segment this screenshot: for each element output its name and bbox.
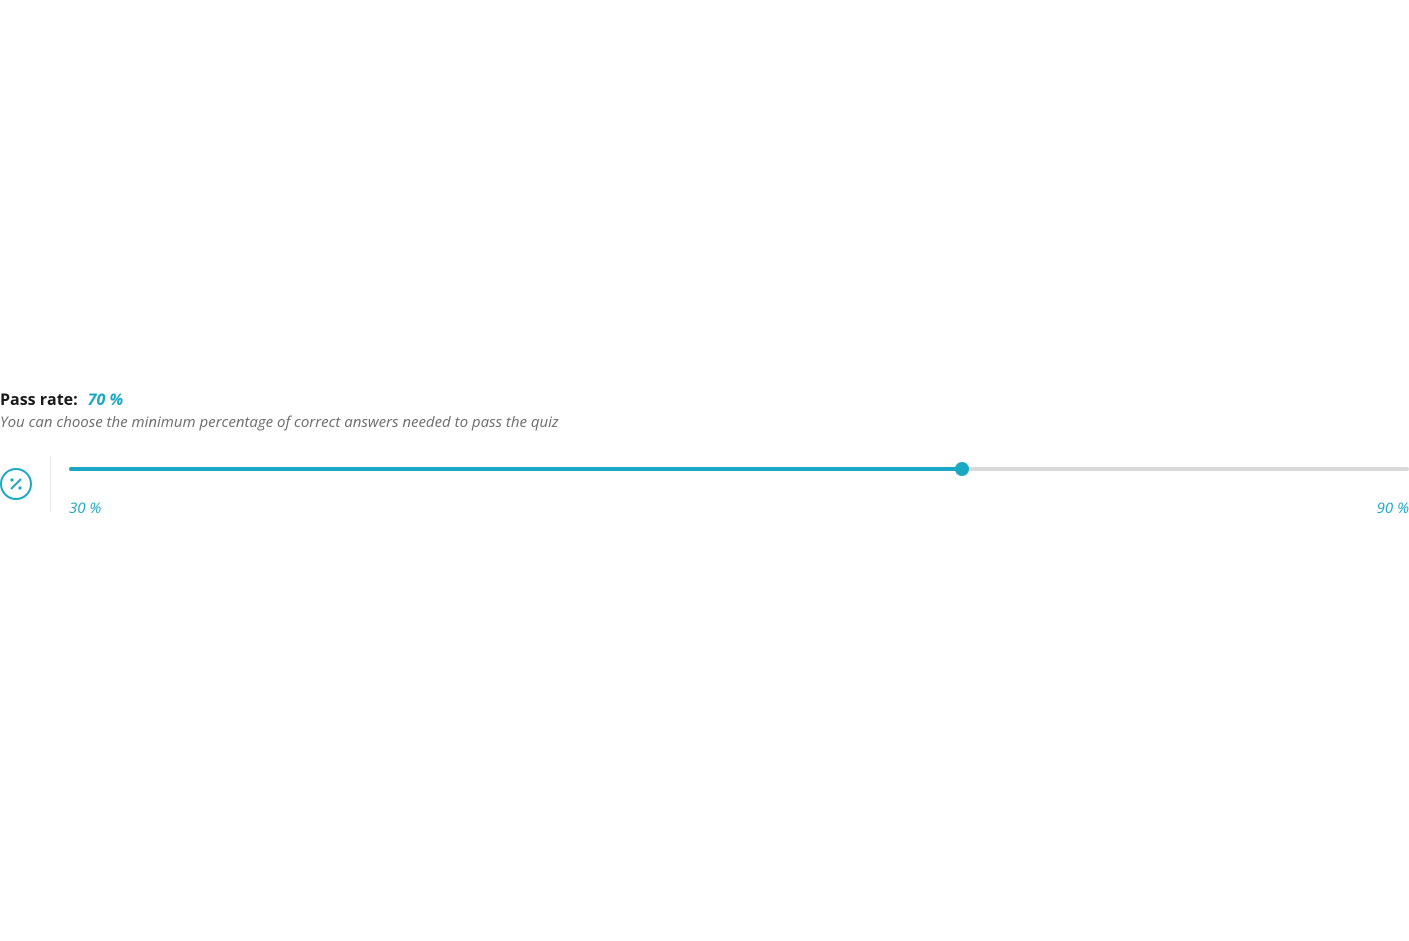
slider-labels: 30 % 90 % [69,498,1409,518]
pass-rate-header: Pass rate: 70 % [0,388,1409,410]
slider-thumb[interactable] [955,462,969,476]
percent-icon [0,468,32,500]
pass-rate-section: Pass rate: 70 % You can choose the minim… [0,388,1409,518]
pass-rate-slider-area: 30 % 90 % [69,456,1409,518]
slider-min-label: 30 % [69,498,101,518]
pass-rate-value: 70 % [88,388,123,410]
pass-rate-slider[interactable] [69,462,1409,476]
pass-rate-slider-row: 30 % 90 % [0,456,1409,518]
slider-track-fill [69,467,962,471]
slider-max-label: 90 % [1377,498,1409,518]
pass-rate-description: You can choose the minimum percentage of… [0,412,1409,432]
pass-rate-label: Pass rate: [0,388,78,410]
percent-icon-wrap [0,456,51,512]
